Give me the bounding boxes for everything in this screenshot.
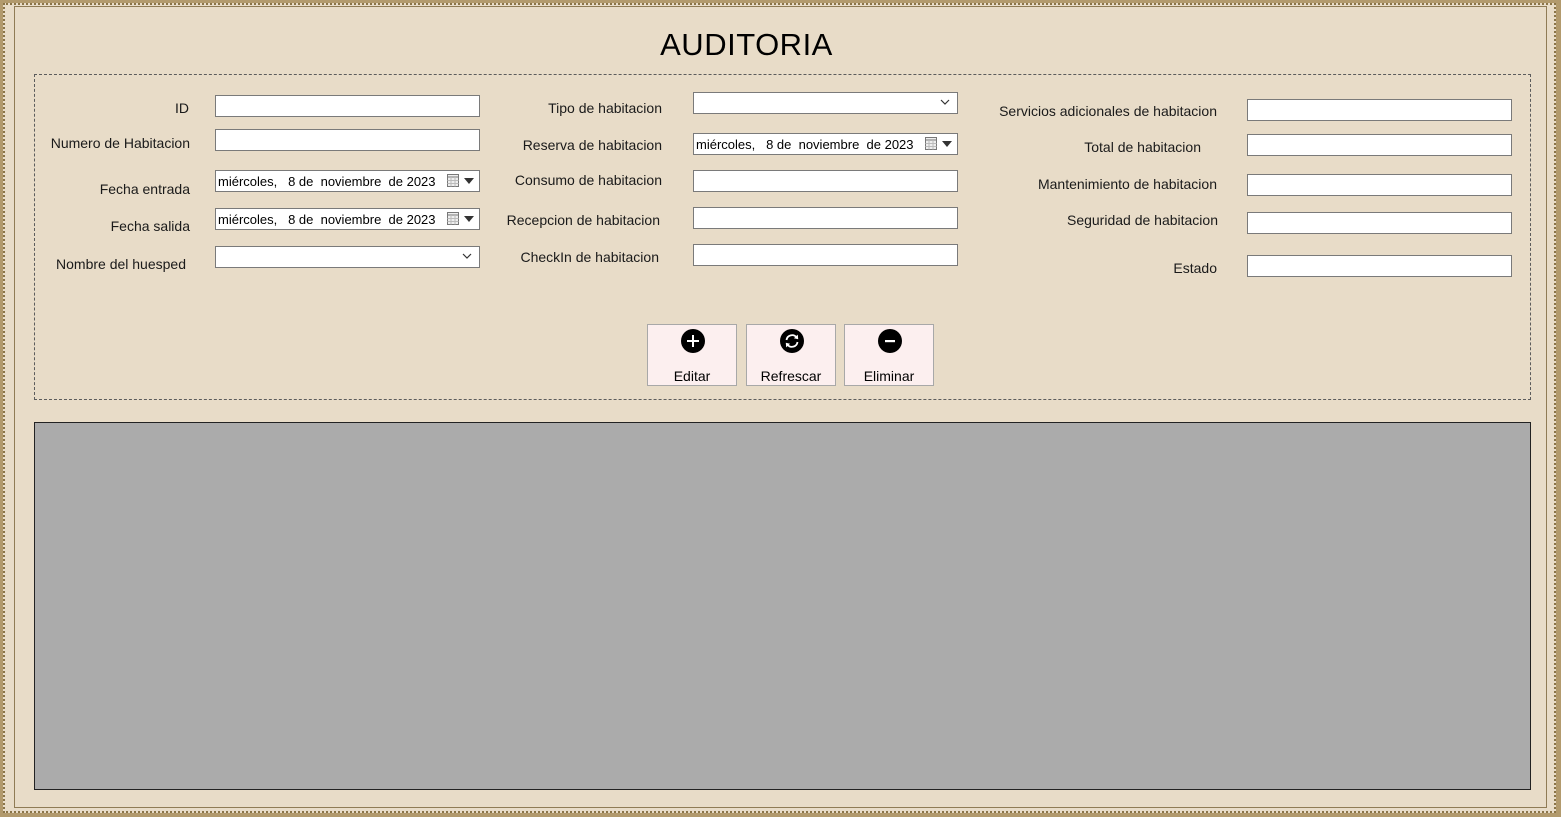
calendar-icon	[925, 137, 937, 150]
reserva-habitacion-label: Reserva de habitacion	[522, 137, 662, 153]
dropdown-arrow-icon[interactable]	[942, 141, 952, 147]
editar-button[interactable]: Editar	[647, 324, 737, 386]
checkin-habitacion-label: CheckIn de habitacion	[520, 249, 659, 265]
tipo-habitacion-combobox[interactable]	[693, 92, 958, 114]
nombre-huesped-label: Nombre del huesped	[56, 256, 186, 272]
nombre-huesped-combobox[interactable]	[215, 246, 480, 268]
total-habitacion-label: Total de habitacion	[1084, 139, 1201, 155]
reserva-habitacion-value: miércoles, 8 de noviembre de 2023	[696, 137, 914, 152]
dropdown-arrow-icon[interactable]	[464, 178, 474, 184]
fecha-entrada-value: miércoles, 8 de noviembre de 2023	[218, 174, 436, 189]
calendar-icon	[447, 212, 459, 225]
id-input[interactable]	[215, 95, 480, 117]
checkin-habitacion-input[interactable]	[693, 244, 958, 266]
fecha-salida-value: miércoles, 8 de noviembre de 2023	[218, 212, 436, 227]
chevron-down-icon	[462, 253, 472, 259]
numero-habitacion-input[interactable]	[215, 129, 480, 151]
seguridad-habitacion-input[interactable]	[1247, 212, 1512, 234]
fecha-entrada-label: Fecha entrada	[99, 181, 190, 197]
fecha-salida-label: Fecha salida	[110, 218, 190, 234]
recepcion-habitacion-label: Recepcion de habitacion	[506, 212, 660, 228]
minus-circle-icon	[878, 329, 902, 353]
chevron-down-icon	[940, 99, 950, 105]
estado-label: Estado	[1173, 260, 1217, 276]
eliminar-button[interactable]: Eliminar	[844, 324, 934, 386]
reserva-habitacion-datepicker[interactable]: miércoles, 8 de noviembre de 2023	[693, 133, 958, 155]
page-title: AUDITORIA	[660, 27, 833, 62]
dropdown-arrow-icon[interactable]	[464, 216, 474, 222]
total-habitacion-input[interactable]	[1247, 134, 1512, 156]
tipo-habitacion-label: Tipo de habitacion	[548, 100, 662, 116]
data-grid[interactable]	[34, 422, 1531, 790]
numero-habitacion-label: Numero de Habitacion	[50, 135, 190, 151]
recepcion-habitacion-input[interactable]	[693, 207, 958, 229]
refrescar-button[interactable]: Refrescar	[746, 324, 836, 386]
estado-input[interactable]	[1247, 255, 1512, 277]
refresh-circle-icon	[780, 329, 804, 353]
consumo-habitacion-label: Consumo de habitacion	[514, 172, 662, 188]
mantenimiento-habitacion-input[interactable]	[1247, 174, 1512, 196]
editar-button-label: Editar	[673, 368, 711, 384]
fecha-entrada-datepicker[interactable]: miércoles, 8 de noviembre de 2023	[215, 170, 480, 192]
fecha-salida-datepicker[interactable]: miércoles, 8 de noviembre de 2023	[215, 208, 480, 230]
refrescar-button-label: Refrescar	[760, 368, 822, 384]
consumo-habitacion-input[interactable]	[693, 170, 958, 192]
plus-circle-icon	[681, 329, 705, 353]
id-label: ID	[175, 100, 189, 116]
servicios-adicionales-label: Servicios adicionales de habitacion	[999, 103, 1217, 119]
eliminar-button-label: Eliminar	[863, 368, 915, 384]
mantenimiento-habitacion-label: Mantenimiento de habitacion	[1037, 176, 1217, 192]
seguridad-habitacion-label: Seguridad de habitacion	[1066, 212, 1218, 228]
servicios-adicionales-input[interactable]	[1247, 99, 1512, 121]
calendar-icon	[447, 174, 459, 187]
